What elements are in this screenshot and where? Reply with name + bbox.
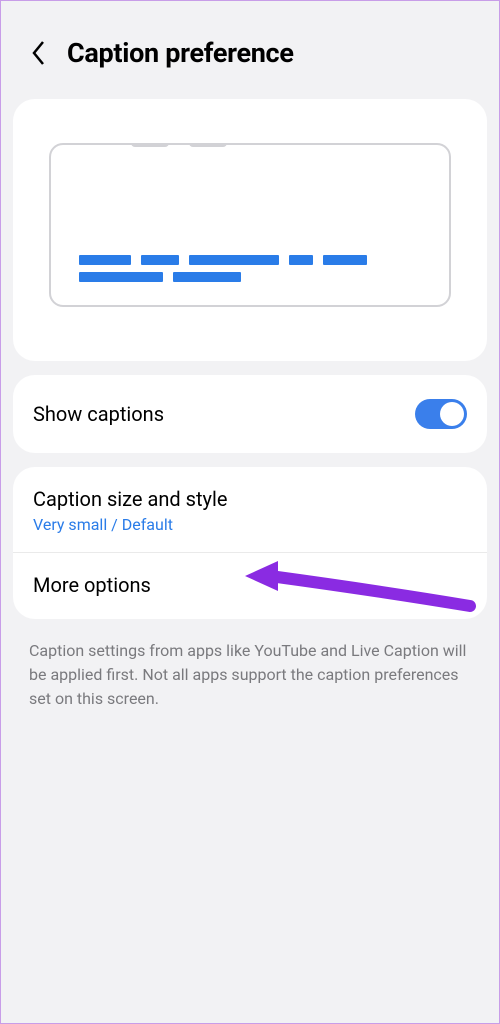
header: Caption preference: [1, 1, 499, 89]
show-captions-label: Show captions: [33, 402, 164, 426]
caption-size-style-row[interactable]: Caption size and style Very small / Defa…: [13, 467, 487, 553]
options-group: Caption size and style Very small / Defa…: [13, 467, 487, 619]
show-captions-row[interactable]: Show captions: [13, 375, 487, 453]
page-title: Caption preference: [67, 37, 294, 69]
back-icon[interactable]: [29, 43, 49, 63]
more-options-row[interactable]: More options: [13, 553, 487, 619]
phone-preview-frame: [49, 143, 451, 307]
caption-size-style-title: Caption size and style: [33, 487, 467, 511]
footer-description: Caption settings from apps like YouTube …: [1, 627, 499, 723]
more-options-title: More options: [33, 573, 467, 597]
caption-preview-lines: [79, 255, 421, 289]
show-captions-toggle[interactable]: [415, 399, 467, 429]
caption-preview-card: [13, 99, 487, 361]
caption-size-style-subtitle: Very small / Default: [33, 515, 467, 534]
